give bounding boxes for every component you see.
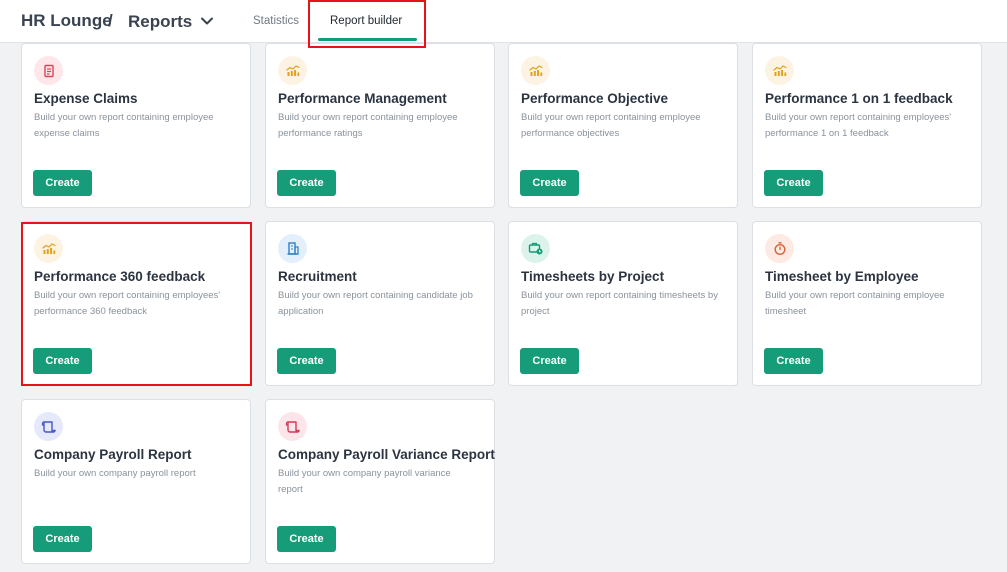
report-card-timesheets-by-project: Timesheets by Project Build your own rep… (508, 221, 738, 386)
highlight-box-tab (308, 0, 426, 48)
bar-chart-icon (765, 56, 794, 85)
card-title: Company Payroll Variance Report (278, 447, 495, 462)
bar-chart-icon (278, 56, 307, 85)
tab-statistics[interactable]: Statistics (253, 15, 299, 27)
card-description: Build your own report containing employe… (34, 112, 214, 139)
card-title: Expense Claims (34, 91, 138, 106)
building-icon (278, 234, 307, 263)
create-button[interactable]: Create (277, 170, 336, 196)
card-description: Build your own report containing employe… (765, 112, 952, 139)
bar-chart-icon (521, 56, 550, 85)
report-card-performance-1-on-1-feedback: Performance 1 on 1 feedback Build your o… (752, 43, 982, 208)
report-card-company-payroll-variance-report: Company Payroll Variance Report Build yo… (265, 399, 495, 564)
breadcrumb-separator: / (108, 11, 113, 30)
stopwatch-icon (765, 234, 794, 263)
card-title: Recruitment (278, 269, 357, 284)
card-title: Performance Management (278, 91, 447, 106)
top-header: HR Lounge / Reports Statistics Report bu… (0, 0, 1007, 43)
receipt-icon (34, 56, 63, 85)
card-title: Company Payroll Report (34, 447, 192, 462)
card-description: Build your own report containing employe… (765, 290, 945, 317)
create-button[interactable]: Create (764, 348, 823, 374)
report-card-expense-claims: Expense Claims Build your own report con… (21, 43, 251, 208)
report-card-company-payroll-report: Company Payroll Report Build your own co… (21, 399, 251, 564)
scroll-icon (34, 412, 63, 441)
create-button[interactable]: Create (33, 526, 92, 552)
chevron-down-icon[interactable] (199, 13, 215, 29)
card-description: Build your own company payroll report (34, 468, 196, 479)
card-title: Performance Objective (521, 91, 669, 106)
card-description: Build your own company payroll variance … (278, 468, 451, 495)
report-card-performance-objective: Performance Objective Build your own rep… (508, 43, 738, 208)
create-button[interactable]: Create (277, 526, 336, 552)
card-title: Performance 1 on 1 feedback (765, 91, 953, 106)
card-description: Build your own report containing timeshe… (521, 290, 718, 317)
highlight-box-card (21, 222, 252, 386)
create-button[interactable]: Create (33, 170, 92, 196)
card-description: Build your own report containing employe… (278, 112, 458, 139)
card-description: Build your own report containing employe… (521, 112, 701, 139)
card-description: Build your own report containing candida… (278, 290, 473, 317)
card-title: Timesheet by Employee (765, 269, 919, 284)
card-title: Timesheets by Project (521, 269, 665, 284)
report-card-recruitment: Recruitment Build your own report contai… (265, 221, 495, 386)
breadcrumb-app-name[interactable]: HR Lounge (21, 11, 112, 31)
report-card-performance-management: Performance Management Build your own re… (265, 43, 495, 208)
briefcase-clock-icon (521, 234, 550, 263)
scroll-icon (278, 412, 307, 441)
breadcrumb-page-name[interactable]: Reports (128, 12, 192, 32)
create-button[interactable]: Create (764, 170, 823, 196)
create-button[interactable]: Create (520, 348, 579, 374)
create-button[interactable]: Create (520, 170, 579, 196)
create-button[interactable]: Create (277, 348, 336, 374)
report-card-timesheet-by-employee: Timesheet by Employee Build your own rep… (752, 221, 982, 386)
